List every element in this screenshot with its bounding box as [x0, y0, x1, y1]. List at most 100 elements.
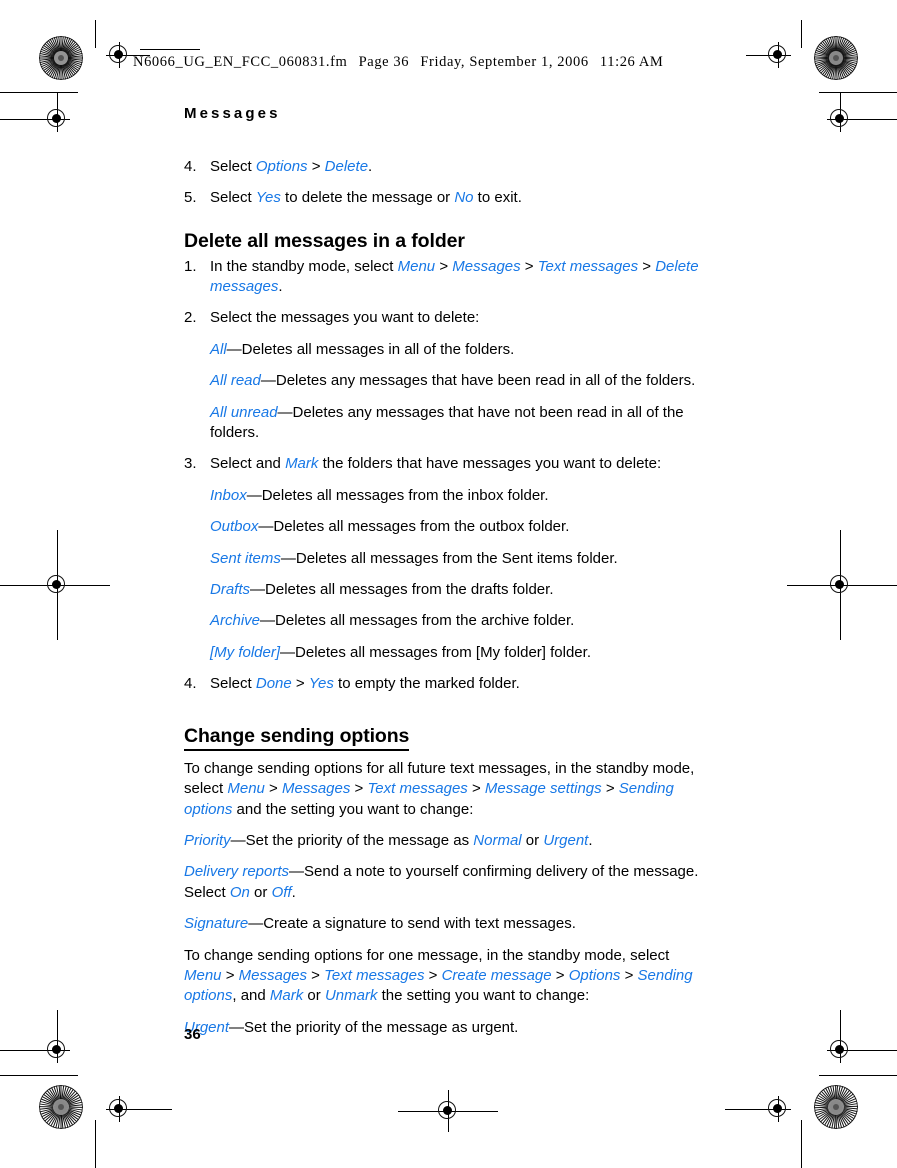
registration-mark-lower-inner-left [44, 1037, 70, 1063]
registration-mark-upper-inner-left [44, 106, 70, 132]
rosette-mark-top-left [39, 36, 83, 80]
ui-ref-all-read: All read [210, 372, 261, 390]
definition-outbox: Outbox—Deletes all messages from the out… [184, 517, 704, 537]
paragraph-suffix: the setting you want to change: [377, 987, 590, 1005]
ui-ref-options: Options [568, 967, 621, 985]
trim-line-top-left-horizontal [140, 49, 200, 50]
step-suffix: to empty the marked folder. [333, 675, 520, 693]
trim-line-lower-inner-left-b [0, 1075, 78, 1076]
paragraph-one-message: To change sending options for one messag… [184, 946, 693, 1005]
ui-ref-delete: Delete [324, 157, 369, 175]
step-text: Select [210, 157, 256, 175]
step-text: Select and [210, 455, 286, 473]
list-item-step-3-mark-folders: 3. Select and Mark the folders that have … [184, 454, 704, 474]
ui-ref-text-messages: Text messages [537, 257, 639, 275]
trim-line-upper-inner-left-v [56, 92, 58, 108]
trim-line-bottom-center-horizontal [398, 1110, 498, 1112]
registration-mark-bottom-center [435, 1098, 461, 1124]
ui-ref-menu: Menu [397, 257, 436, 275]
ui-ref-yes: Yes [255, 188, 281, 206]
definition-all-unread: All unread—Deletes any messages that hav… [184, 403, 704, 444]
trim-line-upper-inner-right-h [853, 118, 897, 120]
definition-description: —Deletes all messages from the outbox fo… [258, 518, 570, 536]
ui-ref-yes: Yes [308, 675, 334, 693]
registration-mark-bottom-right [765, 1096, 791, 1122]
paragraph-text: To change sending options for one messag… [184, 946, 670, 964]
ui-ref-menu: Menu [184, 967, 222, 985]
trim-line-bottom-right-vertical [801, 1120, 802, 1168]
ui-ref-mark: Mark [285, 455, 319, 473]
definition-description: —Set the priority of the message as [230, 832, 474, 850]
section-heading-change-sending-options: Change sending options [184, 724, 409, 751]
paragraph-all-future-messages: To change sending options for all future… [184, 759, 695, 818]
trim-line-upper-inner-left [0, 92, 78, 93]
ui-ref-inbox: Inbox [210, 486, 247, 504]
ui-ref-mark: Mark [269, 987, 304, 1005]
definition-description: —Deletes all messages from the Sent item… [280, 549, 618, 567]
header-filename: N6066_UG_EN_FCC_060831.fm [133, 54, 348, 70]
ui-ref-messages: Messages [282, 780, 351, 798]
definition-description: —Deletes any messages that have not been… [210, 403, 684, 441]
page-content: Messages 4. Select Options > Delete. 5. Se… [184, 105, 704, 1049]
ui-ref-message-settings: Message settings [484, 780, 602, 798]
list-item-step-1-navigate: 1. In the standby mode, select Menu > Mes… [184, 257, 699, 296]
step-text: Select the messages you want to delete: [210, 309, 480, 327]
trim-line-mid-right-vertical [839, 530, 841, 640]
period: . [588, 832, 593, 850]
registration-mark-mid-left [44, 572, 70, 598]
period: . [291, 883, 296, 901]
definition-delivery-reports: Delivery reports—Send a note to yourself… [184, 862, 704, 903]
ui-ref-all-unread: All unread [210, 403, 278, 421]
rosette-mark-bottom-right [814, 1085, 858, 1129]
step-suffix: the folders that have messages you want … [318, 455, 662, 473]
ui-ref-all: All [210, 340, 227, 358]
trim-line-top-right-extend [746, 54, 766, 56]
trim-line-upper-inner-right [819, 92, 897, 93]
definition-urgent: Urgent—Set the priority of the message a… [184, 1018, 704, 1038]
list-item-step-4-delete: 4. Select Options > Delete. [184, 157, 704, 177]
trim-line-bottom-left-horizontal [132, 1108, 172, 1110]
running-head: Messages [184, 105, 281, 122]
header-page-label: Page 36 [358, 54, 410, 70]
definition-signature: Signature—Create a signature to send wit… [184, 914, 704, 934]
step-number: 5. [184, 188, 197, 206]
ui-ref-on: On [229, 883, 250, 901]
ui-ref-urgent: Urgent [543, 832, 589, 850]
definition-description: —Deletes all messages from the drafts fo… [250, 580, 554, 598]
trim-line-lower-inner-left-h [0, 1049, 44, 1051]
registration-mark-bottom-left [106, 1096, 132, 1122]
step-number: 4. [184, 157, 197, 175]
separator: > [307, 157, 325, 175]
definition-description: —Set the priority of the message as urge… [229, 1018, 519, 1036]
paragraph-suffix: and the setting you want to change: [232, 800, 474, 818]
trim-line-mid-left-horizontal [0, 584, 110, 586]
definition-inbox: Inbox—Deletes all messages from the inbo… [184, 486, 704, 506]
definition-description: —Deletes all messages in all of the fold… [226, 340, 515, 358]
ui-ref-text-messages: Text messages [367, 780, 468, 798]
ui-ref-done: Done [255, 675, 292, 693]
ui-ref-unmark: Unmark [324, 987, 378, 1005]
definition-drafts: Drafts—Deletes all messages from the dra… [184, 580, 704, 600]
ui-ref-delivery-reports: Delivery reports [184, 863, 290, 881]
conjunction: or [249, 883, 272, 901]
step-text: Select [210, 188, 256, 206]
step-suffix: . [368, 157, 373, 175]
definition-description: —Deletes any messages that have been rea… [260, 372, 696, 390]
paragraph-mid: , and [232, 987, 270, 1005]
ui-ref-normal: Normal [473, 832, 522, 850]
trim-line-mid-left-vertical [56, 530, 58, 640]
header-time: 11:26 AM [599, 54, 664, 70]
ui-ref-off: Off [271, 883, 292, 901]
page-number: 36 [184, 1026, 201, 1043]
rosette-mark-top-right [814, 36, 858, 80]
ui-ref-priority: Priority [184, 832, 231, 850]
rosette-mark-bottom-left [39, 1085, 83, 1129]
trim-line-mid-right-horizontal [787, 584, 897, 586]
step-mid: to delete the message or [280, 188, 455, 206]
ui-ref-messages: Messages [452, 257, 521, 275]
ui-ref-text-messages: Text messages [324, 967, 425, 985]
step-suffix: to exit. [473, 188, 522, 206]
ui-ref-no: No [454, 188, 474, 206]
registration-mark-mid-right [827, 572, 853, 598]
step-number: 4. [184, 675, 197, 693]
